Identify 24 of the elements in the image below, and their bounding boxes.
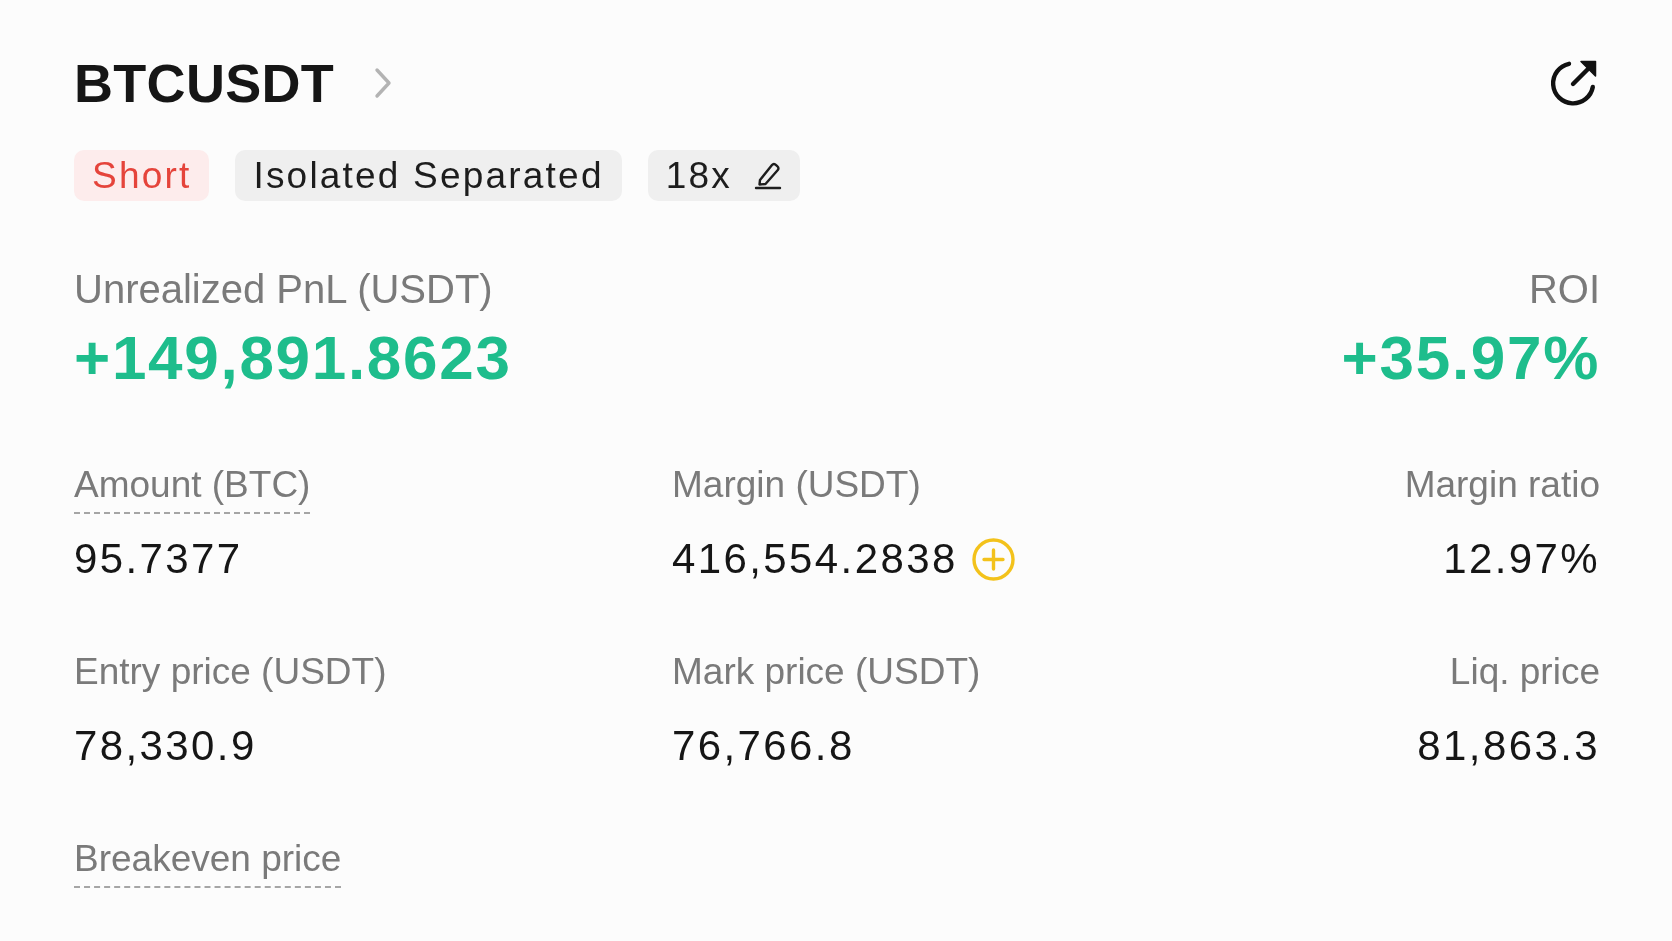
stat-label: Entry price (USDT)	[74, 650, 387, 695]
stat-value: 78,330.9	[74, 721, 257, 772]
stat-label: Margin ratio	[1404, 463, 1600, 508]
add-icon[interactable]	[970, 536, 1016, 582]
margin-mode-tag: Isolated Separated	[235, 149, 622, 201]
stat-label: Mark price (USDT)	[672, 650, 981, 695]
stat-label: Liq. price	[1449, 650, 1600, 695]
roi-value: +35.97%	[1341, 321, 1600, 394]
stat-value: 416,554.2838	[672, 534, 958, 585]
pencil-icon	[753, 160, 782, 191]
stat-value: 81,863.3	[1417, 721, 1600, 772]
stat-value: 76,766.8	[672, 721, 855, 772]
roi-label: ROI	[1528, 265, 1600, 313]
pnl-label: Unrealized PnL (USDT)	[74, 265, 494, 313]
stat-value: 95.7377	[74, 534, 243, 585]
pnl-value: +149,891.8623	[74, 321, 512, 394]
stat-label: Breakeven price	[74, 837, 342, 889]
leverage-button[interactable]: 18x	[647, 149, 800, 201]
side-tag: Short	[74, 149, 210, 201]
chevron-icon[interactable]	[374, 67, 393, 100]
stat-value: 12.97%	[1443, 534, 1600, 585]
stat-label: Amount (BTC)	[74, 463, 311, 515]
symbol-title: BTCUSDT	[74, 52, 335, 115]
stat-label: Margin (USDT)	[672, 463, 921, 508]
